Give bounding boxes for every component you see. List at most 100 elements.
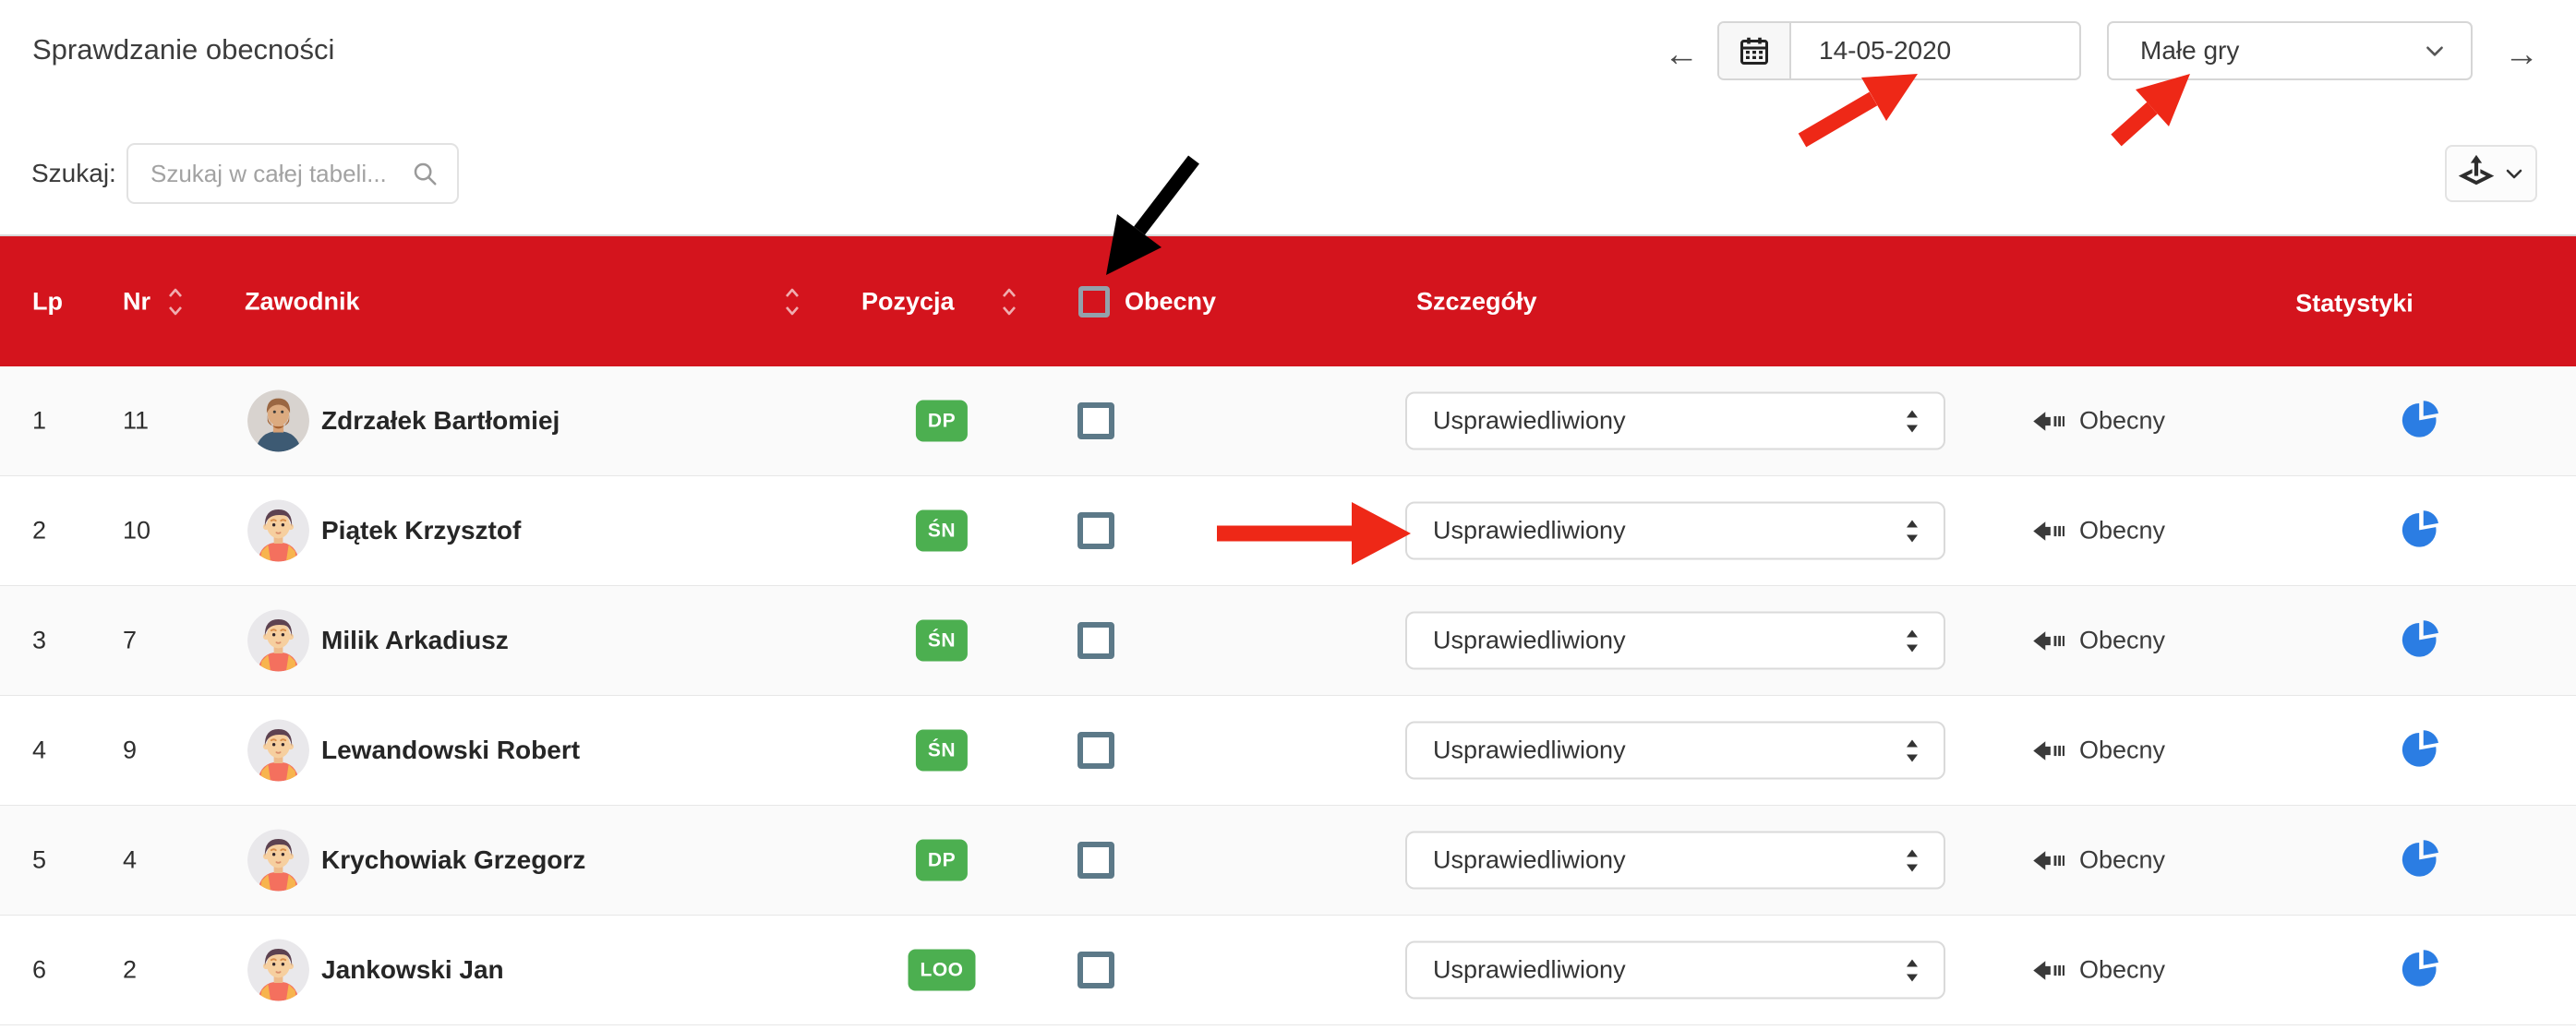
activity-type-select[interactable]: Małe gry <box>2107 21 2473 80</box>
details-value: Usprawiedliwiony <box>1407 956 1905 985</box>
position-badge: ŚN <box>916 620 968 662</box>
pie-chart-icon <box>2401 618 2441 659</box>
table-row: 1 11 Zdrzałek Bartłomiej DP Uspra <box>0 366 2576 476</box>
position-badge: DP <box>916 840 968 881</box>
select-spinner-icon <box>1905 628 1920 653</box>
details-value: Usprawiedliwiony <box>1407 407 1905 436</box>
row-lp: 3 <box>32 627 46 655</box>
statistics-button[interactable] <box>2401 838 2441 883</box>
col-header-zawodnik[interactable]: Zawodnik <box>245 287 360 316</box>
table-row: 3 7 Milik <box>0 586 2576 696</box>
calendar-icon <box>1738 34 1771 67</box>
player-cartoon-icon <box>247 720 309 782</box>
statistics-button[interactable] <box>2401 728 2441 773</box>
col-header-pozycja[interactable]: Pozycja <box>861 287 955 316</box>
details-select[interactable]: Usprawiedliwiony <box>1405 392 1945 450</box>
player-name: Piątek Krzysztof <box>321 516 521 545</box>
select-spinner-icon <box>1905 518 1920 544</box>
col-header-nr[interactable]: Nr <box>123 287 150 316</box>
previous-status-label: Obecny <box>2079 846 2165 875</box>
player-avatar <box>247 610 309 672</box>
present-checkbox[interactable] <box>1077 402 1114 439</box>
position-badge: ŚN <box>916 730 968 772</box>
table-row: 5 4 Krych <box>0 806 2576 916</box>
previous-arrow-icon <box>2033 409 2064 433</box>
row-lp: 4 <box>32 737 46 765</box>
search-input[interactable] <box>128 159 411 189</box>
pie-chart-icon <box>2401 838 2441 879</box>
row-lp: 1 <box>32 407 46 436</box>
statistics-button[interactable] <box>2401 948 2441 993</box>
row-lp: 5 <box>32 846 46 875</box>
previous-status: Obecny <box>2033 517 2165 545</box>
details-select[interactable]: Usprawiedliwiony <box>1405 502 1945 560</box>
player-avatar <box>247 720 309 782</box>
select-all-checkbox[interactable] <box>1078 286 1110 317</box>
sort-icon[interactable] <box>166 283 185 320</box>
present-checkbox[interactable] <box>1077 512 1114 549</box>
sort-icon[interactable] <box>1000 283 1018 320</box>
previous-status: Obecny <box>2033 737 2165 765</box>
position-badge: ŚN <box>916 510 968 552</box>
calendar-button[interactable] <box>1719 23 1791 78</box>
previous-status-label: Obecny <box>2079 956 2165 985</box>
statistics-button[interactable] <box>2401 618 2441 664</box>
player-name: Milik Arkadiusz <box>321 626 509 655</box>
player-cartoon-icon <box>247 940 309 1001</box>
details-select[interactable]: Usprawiedliwiony <box>1405 941 1945 1000</box>
player-avatar <box>247 940 309 1001</box>
row-nr: 9 <box>123 737 137 765</box>
select-spinner-icon <box>1905 408 1920 434</box>
position-badge: DP <box>916 401 968 442</box>
previous-day-button[interactable]: ← <box>1664 35 1699 75</box>
previous-status: Obecny <box>2033 956 2165 985</box>
annotation-red-arrow-select <box>2116 74 2190 140</box>
next-day-button[interactable]: → <box>2504 35 2539 75</box>
details-select[interactable]: Usprawiedliwiony <box>1405 612 1945 670</box>
previous-status-label: Obecny <box>2079 627 2165 655</box>
player-avatar <box>247 390 309 452</box>
previous-arrow-icon <box>2033 629 2064 653</box>
search-label: Szukaj: <box>31 159 116 188</box>
search-icon <box>411 160 439 187</box>
select-spinner-icon <box>1905 737 1920 763</box>
player-cartoon-icon <box>247 500 309 562</box>
present-checkbox[interactable] <box>1077 732 1114 769</box>
row-lp: 2 <box>32 517 46 545</box>
details-value: Usprawiedliwiony <box>1407 846 1905 875</box>
player-name: Krychowiak Grzegorz <box>321 845 585 875</box>
search-box[interactable] <box>126 143 459 204</box>
export-button[interactable] <box>2445 145 2537 202</box>
previous-status-label: Obecny <box>2079 737 2165 765</box>
previous-status: Obecny <box>2033 846 2165 875</box>
pie-chart-icon <box>2401 509 2441 549</box>
previous-arrow-icon <box>2033 848 2064 872</box>
sort-icon[interactable] <box>783 283 801 320</box>
attendance-page: Sprawdzanie obecności ← Małe gry → Szuka… <box>0 0 2576 1030</box>
details-select[interactable]: Usprawiedliwiony <box>1405 832 1945 890</box>
player-name: Lewandowski Robert <box>321 736 580 765</box>
export-icon <box>2457 154 2496 193</box>
player-avatar <box>247 830 309 892</box>
pie-chart-icon <box>2401 728 2441 769</box>
statistics-button[interactable] <box>2401 399 2441 444</box>
present-checkbox[interactable] <box>1077 952 1114 988</box>
player-avatar <box>247 500 309 562</box>
date-picker[interactable] <box>1717 21 2081 80</box>
statistics-button[interactable] <box>2401 509 2441 554</box>
details-value: Usprawiedliwiony <box>1407 627 1905 655</box>
activity-type-value: Małe gry <box>2109 36 2423 66</box>
player-cartoon-icon <box>247 610 309 672</box>
present-checkbox[interactable] <box>1077 842 1114 879</box>
previous-status-label: Obecny <box>2079 517 2165 545</box>
date-input[interactable] <box>1791 23 2079 78</box>
present-checkbox[interactable] <box>1077 622 1114 659</box>
row-nr: 2 <box>123 956 137 985</box>
pie-chart-icon <box>2401 948 2441 988</box>
previous-arrow-icon <box>2033 738 2064 762</box>
annotation-red-arrow-date <box>1802 74 1918 140</box>
details-select[interactable]: Usprawiedliwiony <box>1405 722 1945 780</box>
select-spinner-icon <box>1905 847 1920 873</box>
table-row: 4 9 Lewan <box>0 696 2576 806</box>
row-lp: 6 <box>32 956 46 985</box>
